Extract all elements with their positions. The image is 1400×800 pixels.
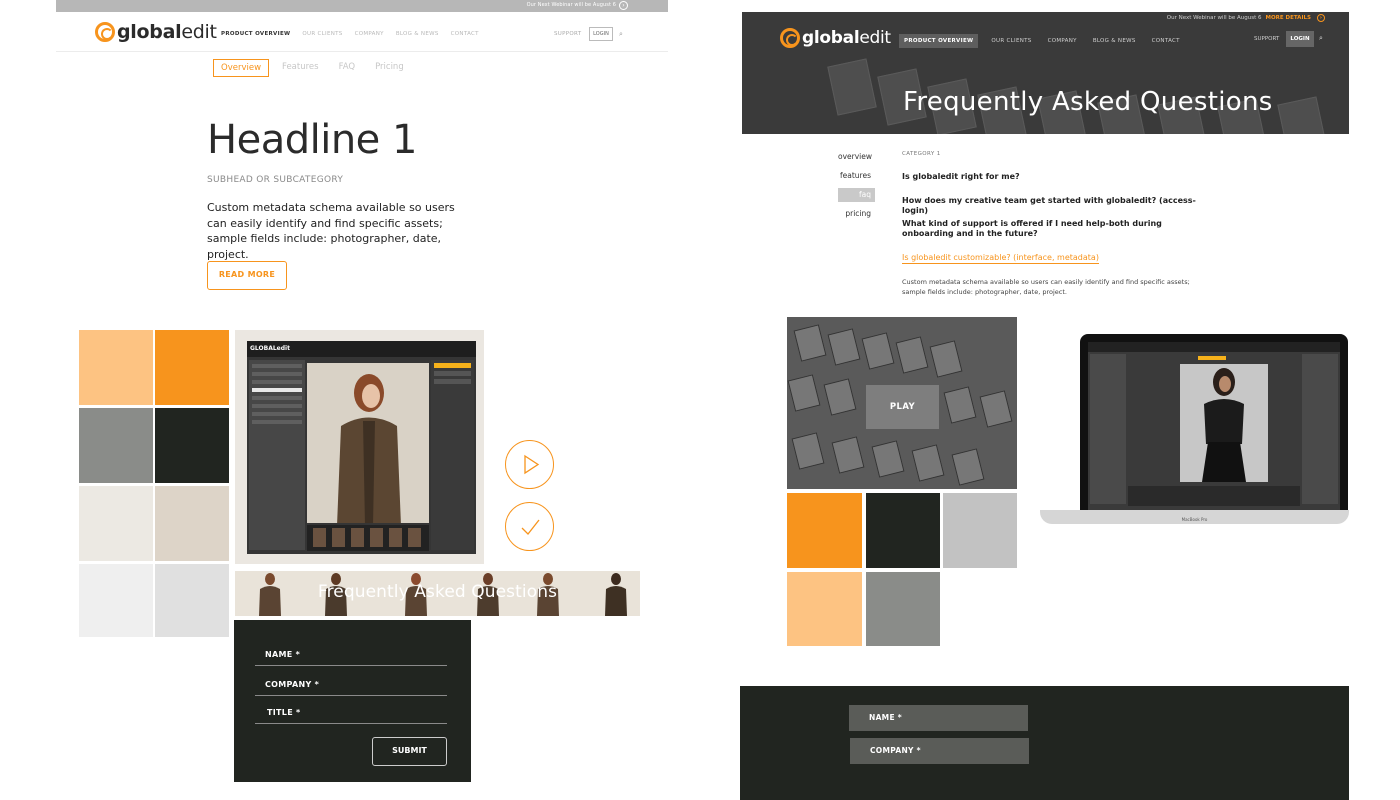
- main-nav: PRODUCT OVERVIEW OUR CLIENTS COMPANY BLO…: [899, 34, 1183, 48]
- swatch-off-white: [79, 564, 153, 637]
- app-screenshot: GLOBALedit: [247, 341, 476, 554]
- side-nav-features[interactable]: features: [838, 169, 875, 183]
- webinar-announcement: Our Next Webinar will be August 6 MORE DE…: [1167, 14, 1325, 22]
- search-icon[interactable]: ⌕: [619, 30, 623, 39]
- laptop-label: MacBook Pro: [1181, 517, 1208, 522]
- support-link[interactable]: SUPPORT: [554, 31, 581, 37]
- announcement-bar: Our Next Webinar will be August 6 ›: [56, 0, 668, 12]
- subhead: SUBHEAD OR SUBCATEGORY: [207, 175, 344, 185]
- nav-blog-news[interactable]: BLOG & NEWS: [396, 31, 439, 37]
- app-logo: GLOBALedit: [250, 345, 290, 352]
- faq-banner: Frequently Asked Questions: [235, 571, 640, 616]
- main-nav: PRODUCT OVERVIEW OUR CLIENTS COMPANY BLO…: [221, 31, 479, 37]
- nav-contact[interactable]: CONTACT: [1149, 34, 1183, 48]
- name-field-label: NAME *: [265, 650, 301, 659]
- swatch-cream: [155, 486, 229, 561]
- support-link[interactable]: SUPPORT: [1254, 36, 1279, 42]
- app-sidebar: [249, 360, 305, 550]
- company-field[interactable]: [255, 695, 447, 696]
- logo[interactable]: globaledit: [95, 21, 217, 43]
- play-icon[interactable]: [505, 440, 554, 489]
- swatch-orange-light: [787, 572, 862, 646]
- logo-suffix: edit: [859, 28, 891, 48]
- submit-button[interactable]: SUBMIT: [372, 737, 447, 766]
- nav-our-clients[interactable]: OUR CLIENTS: [988, 34, 1034, 48]
- nav-contact[interactable]: CONTACT: [451, 31, 479, 37]
- globaledit-logo-icon: [95, 22, 115, 42]
- read-more-button[interactable]: READ MORE: [207, 261, 287, 290]
- faq-question[interactable]: What kind of support is offered if I nee…: [902, 219, 1182, 239]
- nav-company[interactable]: COMPANY: [355, 31, 384, 37]
- side-nav-pricing[interactable]: pricing: [838, 207, 875, 221]
- logo-prefix: global: [117, 21, 182, 43]
- subnav-overview[interactable]: Overview: [213, 59, 270, 77]
- logo[interactable]: globaledit: [780, 28, 891, 48]
- hero-title: Frequently Asked Questions: [903, 87, 1273, 117]
- swatch-gray: [79, 408, 153, 483]
- laptop-screen: [1080, 334, 1348, 514]
- play-button[interactable]: PLAY: [866, 385, 939, 429]
- login-button[interactable]: LOGIN: [589, 27, 613, 41]
- app-photo-preview: [307, 363, 429, 523]
- swatch-orange: [787, 493, 862, 568]
- contact-form: NAME * COMPANY *: [740, 686, 1349, 800]
- faq-side-nav: overview features faq pricing: [838, 150, 875, 226]
- model-photo-image: [1180, 364, 1268, 482]
- search-icon[interactable]: ⌕: [1319, 34, 1323, 43]
- app-topbar: GLOBALedit: [247, 341, 476, 357]
- arrow-right-icon[interactable]: ›: [619, 1, 628, 10]
- name-field[interactable]: [255, 665, 447, 666]
- subnav-faq[interactable]: FAQ: [332, 59, 362, 77]
- swatch-light-gray: [155, 564, 229, 637]
- company-field-label: COMPANY *: [265, 680, 320, 689]
- company-field[interactable]: COMPANY *: [850, 738, 1029, 764]
- subnav-features[interactable]: Features: [275, 59, 326, 77]
- announcement-text: Our Next Webinar will be August 6: [526, 2, 616, 8]
- nav-blog-news[interactable]: BLOG & NEWS: [1090, 34, 1139, 48]
- faq-banner-title: Frequently Asked Questions: [317, 582, 558, 602]
- header-divider: [56, 51, 668, 52]
- faq-answer: Custom metadata schema available so user…: [902, 278, 1190, 296]
- faq-hero: Our Next Webinar will be August 6 MORE DE…: [742, 12, 1349, 134]
- category-label: CATEGORY 1: [902, 151, 941, 157]
- title-field[interactable]: [255, 723, 447, 724]
- faq-question-active[interactable]: Is globaledit customizable? (interface, …: [902, 253, 1099, 264]
- sub-nav: Overview Features FAQ Pricing: [213, 59, 411, 77]
- swatch-silver: [943, 493, 1017, 568]
- video-player: PLAY: [787, 317, 1017, 489]
- arrow-right-icon[interactable]: ›: [1316, 14, 1325, 22]
- faq-question[interactable]: Is globaledit right for me?: [902, 172, 1202, 182]
- swatch-gray: [866, 572, 940, 646]
- logo-prefix: global: [802, 28, 860, 48]
- title-field-label: TITLE *: [267, 708, 301, 717]
- login-button[interactable]: LOGIN: [1286, 31, 1314, 47]
- contact-form: NAME * COMPANY * TITLE * SUBMIT: [234, 620, 471, 782]
- swatch-dark: [866, 493, 940, 568]
- nav-product-overview[interactable]: PRODUCT OVERVIEW: [221, 31, 290, 37]
- side-nav-faq[interactable]: faq: [838, 188, 875, 202]
- more-details-link[interactable]: MORE DETAILS: [1265, 15, 1310, 21]
- swatch-cream-light: [79, 486, 153, 561]
- name-field[interactable]: NAME *: [849, 705, 1028, 731]
- app-metadata-panel: [431, 360, 474, 550]
- faq-question[interactable]: How does my creative team get started wi…: [902, 196, 1202, 216]
- nav-our-clients[interactable]: OUR CLIENTS: [302, 31, 342, 37]
- subnav-pricing[interactable]: Pricing: [368, 59, 411, 77]
- body-copy: Custom metadata schema available so user…: [207, 201, 455, 261]
- laptop-mockup: MacBook Pro: [1040, 332, 1349, 537]
- swatch-orange-light: [79, 330, 153, 405]
- logo-suffix: edit: [181, 21, 217, 43]
- side-nav-overview[interactable]: overview: [838, 150, 875, 164]
- nav-company[interactable]: COMPANY: [1045, 34, 1080, 48]
- app-filmstrip: [307, 525, 429, 551]
- nav-product-overview[interactable]: PRODUCT OVERVIEW: [899, 34, 979, 48]
- model-photo-image: [337, 374, 401, 523]
- headline: Headline 1: [207, 117, 417, 163]
- swatch-dark: [155, 408, 229, 483]
- checkmark-icon[interactable]: [505, 502, 554, 551]
- swatch-orange: [155, 330, 229, 405]
- globaledit-logo-icon: [780, 28, 800, 48]
